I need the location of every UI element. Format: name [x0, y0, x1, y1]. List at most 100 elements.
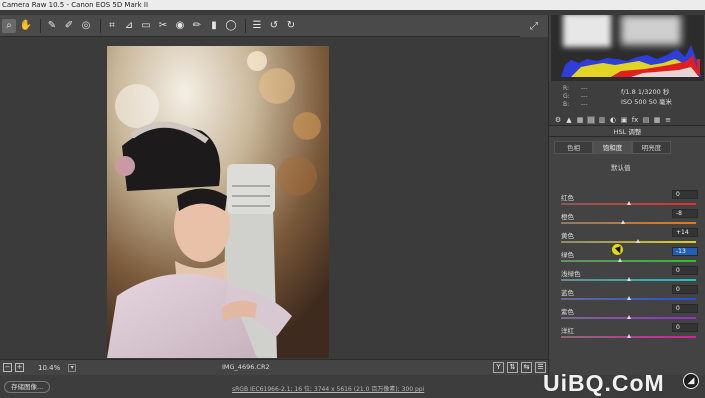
- default-link[interactable]: 默认值: [611, 162, 631, 172]
- slider-value-field[interactable]: 0: [672, 285, 698, 294]
- slider-label: 黄色: [561, 232, 574, 240]
- slider-thumb[interactable]: [621, 220, 626, 224]
- slider-thumb[interactable]: [626, 334, 631, 338]
- hsl-icon[interactable]: ▤: [587, 116, 595, 124]
- exif-iso-focal: ISO 500 50 毫米: [621, 98, 673, 106]
- rotate-right-icon[interactable]: ↻: [284, 19, 298, 33]
- slider-label: 绿色: [561, 251, 574, 259]
- effects-icon[interactable]: ▣: [620, 116, 628, 124]
- straighten-tool-icon[interactable]: ⊿: [122, 19, 136, 33]
- fullscreen-button[interactable]: ⤢: [520, 15, 548, 37]
- workflow-options-link[interactable]: sRGB IEC61966-2.1; 16 位; 3744 x 5616 (21…: [232, 384, 424, 393]
- snapshots-icon[interactable]: ≡: [664, 116, 672, 124]
- spot-removal-tool-icon[interactable]: ✂: [156, 19, 170, 33]
- slider-row: 紫色 0: [561, 304, 698, 324]
- slider-value-field[interactable]: 0: [672, 323, 698, 332]
- preferences-icon[interactable]: ☰: [250, 19, 264, 33]
- zoom-out-button[interactable]: −: [3, 363, 12, 372]
- filename-label: IMG_4696.CR2: [222, 363, 270, 371]
- toolbar-separator: [40, 18, 41, 33]
- basic-icon[interactable]: ⚙: [554, 116, 562, 124]
- presets-icon[interactable]: ▦: [653, 116, 661, 124]
- swap-settings-icon[interactable]: ⇅: [507, 362, 518, 373]
- color-sampler-tool-icon[interactable]: ✐: [62, 19, 76, 33]
- slider-thumb[interactable]: [626, 201, 631, 205]
- before-after-icon[interactable]: Y: [493, 362, 504, 373]
- slider-value-field[interactable]: -13: [672, 247, 698, 256]
- slider-row: 浅绿色 0: [561, 266, 698, 286]
- adjustment-brush-icon[interactable]: ✏: [190, 19, 204, 33]
- rgb-g-label: G:: [563, 93, 570, 100]
- detail-icon[interactable]: ▦: [576, 116, 584, 124]
- rgb-r-label: R:: [563, 85, 570, 92]
- radial-filter-icon[interactable]: ◯: [224, 19, 238, 33]
- preview-canvas[interactable]: [0, 37, 548, 359]
- hsl-tabs: 色相 饱和度 明亮度: [554, 141, 671, 154]
- slider-value-field[interactable]: +14: [672, 228, 698, 237]
- slider-row: 黄色 +14: [561, 228, 698, 248]
- histogram-graph: [561, 45, 701, 77]
- crop-tool-icon[interactable]: ⌗: [105, 19, 119, 33]
- slider-value-field[interactable]: -8: [672, 209, 698, 218]
- slider-value-field[interactable]: 0: [672, 190, 698, 199]
- histogram: [551, 15, 704, 81]
- split-toning-icon[interactable]: ▥: [598, 116, 606, 124]
- slider-label: 紫色: [561, 308, 574, 316]
- preview-photo: [107, 46, 329, 358]
- panel-tab-icons: ⚙ ▲ ▦ ▤ ▥ ◐ ▣ fx ▤ ▦ ≡: [549, 114, 705, 126]
- slider-track[interactable]: [561, 222, 696, 224]
- slider-track[interactable]: [561, 260, 696, 262]
- zoom-dropdown[interactable]: ▾: [68, 363, 77, 372]
- slider-thumb[interactable]: [635, 239, 640, 243]
- exif-aperture-shutter: f/1.8 1/3200 秒: [621, 88, 670, 96]
- slider-label: 蓝色: [561, 289, 574, 297]
- slider-thumb[interactable]: [618, 258, 623, 262]
- rgb-g-value: ---: [581, 93, 588, 100]
- window-title: Camera Raw 10.5 - Canon EOS 5D Mark II: [0, 0, 705, 10]
- slider-thumb[interactable]: [626, 315, 631, 319]
- panel-title: HSL 调整: [549, 127, 705, 137]
- save-image-button[interactable]: 存储图像...: [4, 381, 51, 393]
- slider-row: 绿色 -13: [561, 247, 698, 267]
- graduated-filter-icon[interactable]: ▮: [207, 19, 221, 33]
- slider-row: 橙色 -8: [561, 209, 698, 229]
- slider-row: 蓝色 0: [561, 285, 698, 305]
- watermark-logo: UiBQ.CoM: [543, 370, 665, 396]
- transform-tool-icon[interactable]: ▭: [139, 19, 153, 33]
- slider-row: 红色 0: [561, 190, 698, 210]
- red-eye-tool-icon[interactable]: ◉: [173, 19, 187, 33]
- lens-icon[interactable]: ◐: [609, 116, 617, 124]
- toolbar: ⌕ ✋ ✎ ✐ ◎ ⌗ ⊿ ▭ ✂ ◉ ✏ ▮ ◯ ☰ ↺ ↻: [0, 15, 548, 37]
- tab-saturation[interactable]: 饱和度: [593, 141, 632, 154]
- slider-thumb[interactable]: [626, 277, 631, 281]
- slider-value-field[interactable]: 0: [672, 304, 698, 313]
- fx-icon[interactable]: fx: [631, 116, 639, 124]
- status-bar: − + 10.4% ▾ IMG_4696.CR2 Y ⇅ ⇆ ☰: [0, 359, 548, 375]
- metadata-area: R: G: B: --- --- --- f/1.8 1/3200 秒 ISO …: [549, 81, 705, 126]
- right-panel: R: G: B: --- --- --- f/1.8 1/3200 秒 ISO …: [548, 15, 705, 375]
- tab-hue[interactable]: 色相: [554, 141, 593, 154]
- zoom-level: 10.4%: [38, 363, 61, 372]
- zoom-tool-icon[interactable]: ⌕: [2, 18, 16, 33]
- fullscreen-icon: ⤢: [530, 20, 538, 32]
- copy-settings-icon[interactable]: ⇆: [521, 362, 532, 373]
- slider-value-field[interactable]: 0: [672, 266, 698, 275]
- targeted-adjustment-tool-icon[interactable]: ◎: [79, 19, 93, 33]
- rgb-r-value: ---: [581, 85, 588, 92]
- tab-luminance[interactable]: 明亮度: [632, 141, 671, 154]
- hand-tool-icon[interactable]: ✋: [19, 19, 33, 33]
- slider-row: 洋红 0: [561, 323, 698, 343]
- slider-label: 洋红: [561, 327, 574, 335]
- zoom-in-button[interactable]: +: [15, 363, 24, 372]
- white-balance-tool-icon[interactable]: ✎: [45, 19, 59, 33]
- calibration-icon[interactable]: ▤: [642, 116, 650, 124]
- portrait-image: [107, 46, 329, 358]
- rgb-b-value: ---: [581, 101, 588, 108]
- toolbar-separator: [245, 18, 246, 33]
- slider-thumb[interactable]: [626, 296, 631, 300]
- rotate-left-icon[interactable]: ↺: [267, 19, 281, 33]
- toolbar-separator: [100, 18, 101, 33]
- tone-curve-icon[interactable]: ▲: [565, 116, 573, 124]
- slider-track[interactable]: [561, 241, 696, 243]
- slider-label: 浅绿色: [561, 270, 581, 278]
